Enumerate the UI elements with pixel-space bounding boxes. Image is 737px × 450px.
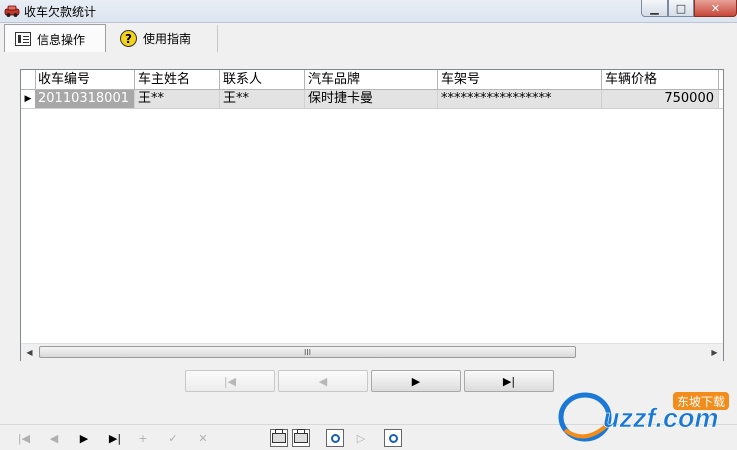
maximize-icon: □ [675, 1, 687, 15]
scroll-left-icon[interactable]: ◀ [21, 344, 38, 361]
minimize-icon: ▁ [650, 1, 659, 15]
toolbar-add-icon[interactable]: + [134, 429, 152, 447]
next-record-button[interactable]: ▶ [371, 370, 461, 392]
cell-owner[interactable]: 王** [135, 90, 220, 108]
toolbar-next-page-icon[interactable]: ▷ [352, 429, 370, 447]
watermark-badge: 东坡下载 [677, 395, 725, 409]
toolbar-prev-icon[interactable]: ◀ [44, 429, 64, 447]
column-header-vin[interactable]: 车架号 [438, 70, 602, 89]
close-icon: ✕ [710, 1, 721, 15]
column-header-id[interactable]: 收车编号 [35, 70, 135, 89]
toolbar-edit-icon[interactable]: ✓ [164, 429, 182, 447]
maximize-button[interactable]: □ [668, 0, 694, 17]
scroll-right-icon[interactable]: ▶ [706, 344, 723, 361]
data-grid[interactable]: 收车编号 车主姓名 联系人 汽车品牌 车架号 车辆价格 ▶ 2011031800… [20, 69, 724, 361]
printer-icon [272, 429, 286, 443]
cell-brand[interactable]: 保时捷卡曼 [305, 90, 438, 108]
tab-label: 信息操作 [37, 32, 86, 47]
cell-price[interactable]: 750000 [602, 90, 719, 108]
cell-vin[interactable]: ***************** [438, 90, 602, 108]
help-icon: ? [120, 30, 137, 47]
column-header-owner[interactable]: 车主姓名 [135, 70, 220, 89]
car-app-icon [4, 5, 20, 17]
window-title: 收车欠款统计 [24, 5, 97, 19]
header-corner [21, 70, 36, 89]
column-header-contact[interactable]: 联系人 [220, 70, 305, 89]
horizontal-scrollbar[interactable]: ◀ III ▶ [21, 343, 723, 361]
tab-label: 使用指南 [143, 32, 192, 46]
tab-strip: 信息操作 ? 使用指南 [0, 22, 737, 54]
preview-icon [330, 433, 340, 443]
title-bar: 收车欠款统计 ▁ □ ✕ [0, 0, 737, 23]
cell-id[interactable]: 20110318001 [35, 90, 135, 108]
column-header-brand[interactable]: 汽车品牌 [305, 70, 438, 89]
uzzf-logo: uzzf.com 东坡下载 [558, 392, 729, 442]
toolbar-cancel-icon[interactable]: ✕ [194, 429, 212, 447]
preview-button[interactable] [326, 429, 344, 447]
application-window: 收车欠款统计 ▁ □ ✕ 信息操作 ? 使用指南 收车编号 车主姓名 联系人 汽… [0, 0, 737, 450]
scroll-thumb[interactable]: III [39, 346, 576, 358]
grid-header-row: 收车编号 车主姓名 联系人 汽车品牌 车架号 车辆价格 [21, 70, 723, 90]
minimize-button[interactable]: ▁ [641, 0, 668, 17]
info-panel: 收车编号 车主姓名 联系人 汽车品牌 车架号 车辆价格 ▶ 2011031800… [0, 52, 737, 424]
list-icon [15, 32, 31, 46]
printer-setup-icon [294, 429, 308, 443]
column-header-price[interactable]: 车辆价格 [602, 70, 719, 89]
row-pointer-icon: ▶ [21, 90, 36, 108]
grip-icon: III [303, 347, 312, 357]
zoom-icon [388, 433, 398, 443]
close-button[interactable]: ✕ [694, 0, 737, 17]
tab-user-guide[interactable]: ? 使用指南 [110, 25, 218, 52]
cell-contact[interactable]: 王** [220, 90, 305, 108]
toolbar-last-icon[interactable]: ▶| [104, 429, 126, 447]
last-record-button[interactable]: ▶| [464, 370, 554, 392]
zoom-button[interactable] [384, 429, 402, 447]
toolbar-next-icon[interactable]: ▶ [74, 429, 94, 447]
print-setup-button[interactable] [292, 429, 310, 447]
tab-info-operation[interactable]: 信息操作 [4, 24, 106, 54]
table-row[interactable]: ▶ 20110318001 王** 王** 保时捷卡曼 ************… [21, 90, 723, 109]
print-button[interactable] [270, 429, 288, 447]
toolbar-first-icon[interactable]: |◀ [14, 429, 34, 447]
prev-record-button[interactable]: ◀ [278, 370, 368, 392]
first-record-button[interactable]: |◀ [185, 370, 275, 392]
